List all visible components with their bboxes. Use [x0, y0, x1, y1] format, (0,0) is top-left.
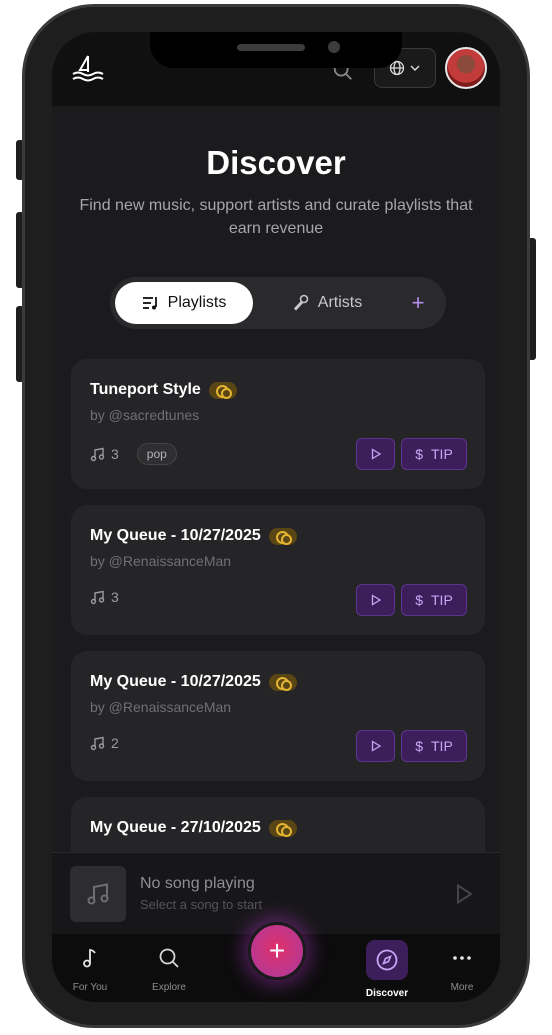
playlist-author: by @sacredtunes [90, 407, 200, 423]
page-subtitle: Find new music, support artists and cura… [79, 197, 473, 237]
dollar-icon: $ [415, 592, 423, 608]
ship-on-waves-icon[interactable] [68, 52, 108, 84]
playlist-title-text: My Queue - 10/27/2025 [90, 527, 261, 544]
notch-camera [328, 41, 340, 53]
music-note-icon [83, 949, 96, 968]
discover-tabs: Playlists Artists + [110, 277, 446, 329]
play-icon [371, 740, 381, 752]
coins-icon [208, 381, 237, 399]
nav-more[interactable]: More [424, 934, 500, 1002]
tip-label: TIP [431, 738, 453, 754]
add-song-fab[interactable]: + [248, 922, 306, 980]
music-note-icon [87, 883, 109, 905]
track-count: 3 [111, 446, 119, 462]
more-dots-icon [453, 956, 471, 960]
dollar-icon: $ [415, 738, 423, 754]
playlist-icon [142, 297, 157, 310]
play-button[interactable] [356, 584, 395, 616]
music-notes-icon [90, 590, 105, 604]
music-notes-icon [90, 736, 105, 750]
playlist-title-text: Tuneport Style [90, 381, 201, 398]
nav-discover-label: Discover [365, 988, 409, 999]
playlist-card[interactable]: My Queue - 10/27/2025 by @RenaissanceMan… [71, 651, 485, 781]
playlist-title: My Queue - 27/10/2025 [90, 819, 297, 837]
playlist-card[interactable]: Tuneport Style by @sacredtunes 3 pop $ T… [71, 359, 485, 489]
playlist-meta: 3 [90, 589, 119, 605]
play-button[interactable] [356, 438, 395, 470]
now-playing-subtitle: Select a song to start [140, 897, 263, 912]
tip-button[interactable]: $ TIP [401, 438, 467, 470]
coins-icon [268, 673, 297, 691]
notch-speaker [237, 44, 305, 51]
playlist-title: My Queue - 10/27/2025 [90, 673, 297, 691]
page-title: Discover [206, 144, 346, 181]
playlist-title: Tuneport Style [90, 381, 237, 399]
play-button[interactable] [356, 730, 395, 762]
play-icon [371, 594, 381, 606]
genre-tag[interactable]: pop [136, 443, 177, 465]
app-screen: Discover Find new music, support artists… [52, 32, 500, 1002]
tip-label: TIP [431, 592, 453, 608]
playlist-author: by @RenaissanceMan [90, 699, 232, 715]
track-count: 2 [111, 735, 119, 751]
discover-icon-box [366, 940, 408, 980]
play-icon[interactable] [452, 882, 476, 906]
track-count: 3 [111, 589, 119, 605]
coins-icon [268, 527, 297, 545]
user-avatar[interactable] [445, 47, 487, 89]
playlist-meta: 2 [90, 735, 119, 751]
search-icon [159, 948, 179, 968]
playlist-card[interactable]: My Queue - 10/27/2025 by @RenaissanceMan… [71, 505, 485, 635]
playlist-title: My Queue - 10/27/2025 [90, 527, 297, 545]
nav-for-you-label: For You [72, 982, 108, 993]
tab-playlists[interactable]: Playlists [115, 282, 253, 324]
album-art-placeholder [70, 866, 126, 922]
nav-explore-label: Explore [152, 982, 186, 993]
playlist-title-text: My Queue - 10/27/2025 [90, 673, 261, 690]
playlist-author: by @RenaissanceMan [90, 553, 232, 569]
tab-playlists-label: Playlists [167, 294, 227, 311]
play-icon [371, 448, 381, 460]
add-button[interactable]: + [397, 282, 439, 324]
chevron-down-icon [410, 65, 420, 71]
tab-artists[interactable]: Artists [272, 282, 382, 324]
coins-icon [268, 819, 297, 837]
music-notes-icon [90, 447, 105, 461]
device-notch [150, 32, 402, 68]
tip-button[interactable]: $ TIP [401, 584, 467, 616]
nav-discover[interactable]: Discover [349, 934, 425, 1002]
tip-label: TIP [431, 446, 453, 462]
playlist-title-text: My Queue - 27/10/2025 [90, 819, 261, 836]
dollar-icon: $ [415, 446, 423, 462]
microphone-icon [293, 294, 309, 311]
nav-more-label: More [450, 982, 474, 993]
now-playing-title: No song playing [140, 875, 255, 892]
compass-icon [376, 949, 398, 971]
nav-for-you[interactable]: For You [52, 934, 128, 1002]
tip-button[interactable]: $ TIP [401, 730, 467, 762]
nav-explore[interactable]: Explore [131, 934, 207, 1002]
playlist-meta: 3 pop [90, 443, 177, 465]
tab-artists-label: Artists [317, 294, 363, 311]
